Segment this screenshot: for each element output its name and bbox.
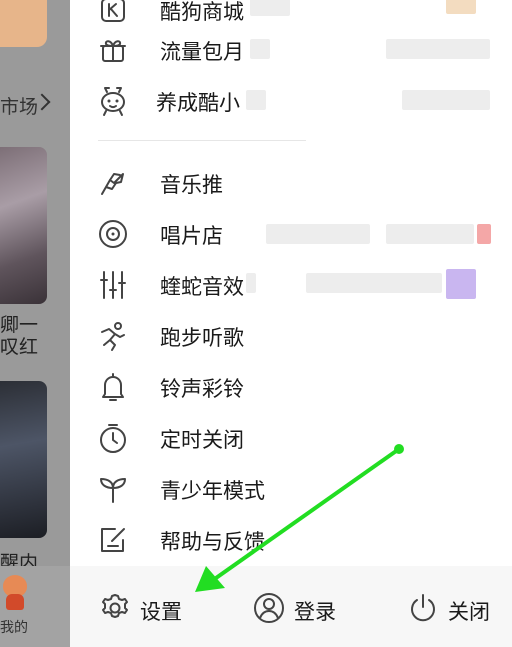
annotation-arrow: [195, 444, 404, 592]
